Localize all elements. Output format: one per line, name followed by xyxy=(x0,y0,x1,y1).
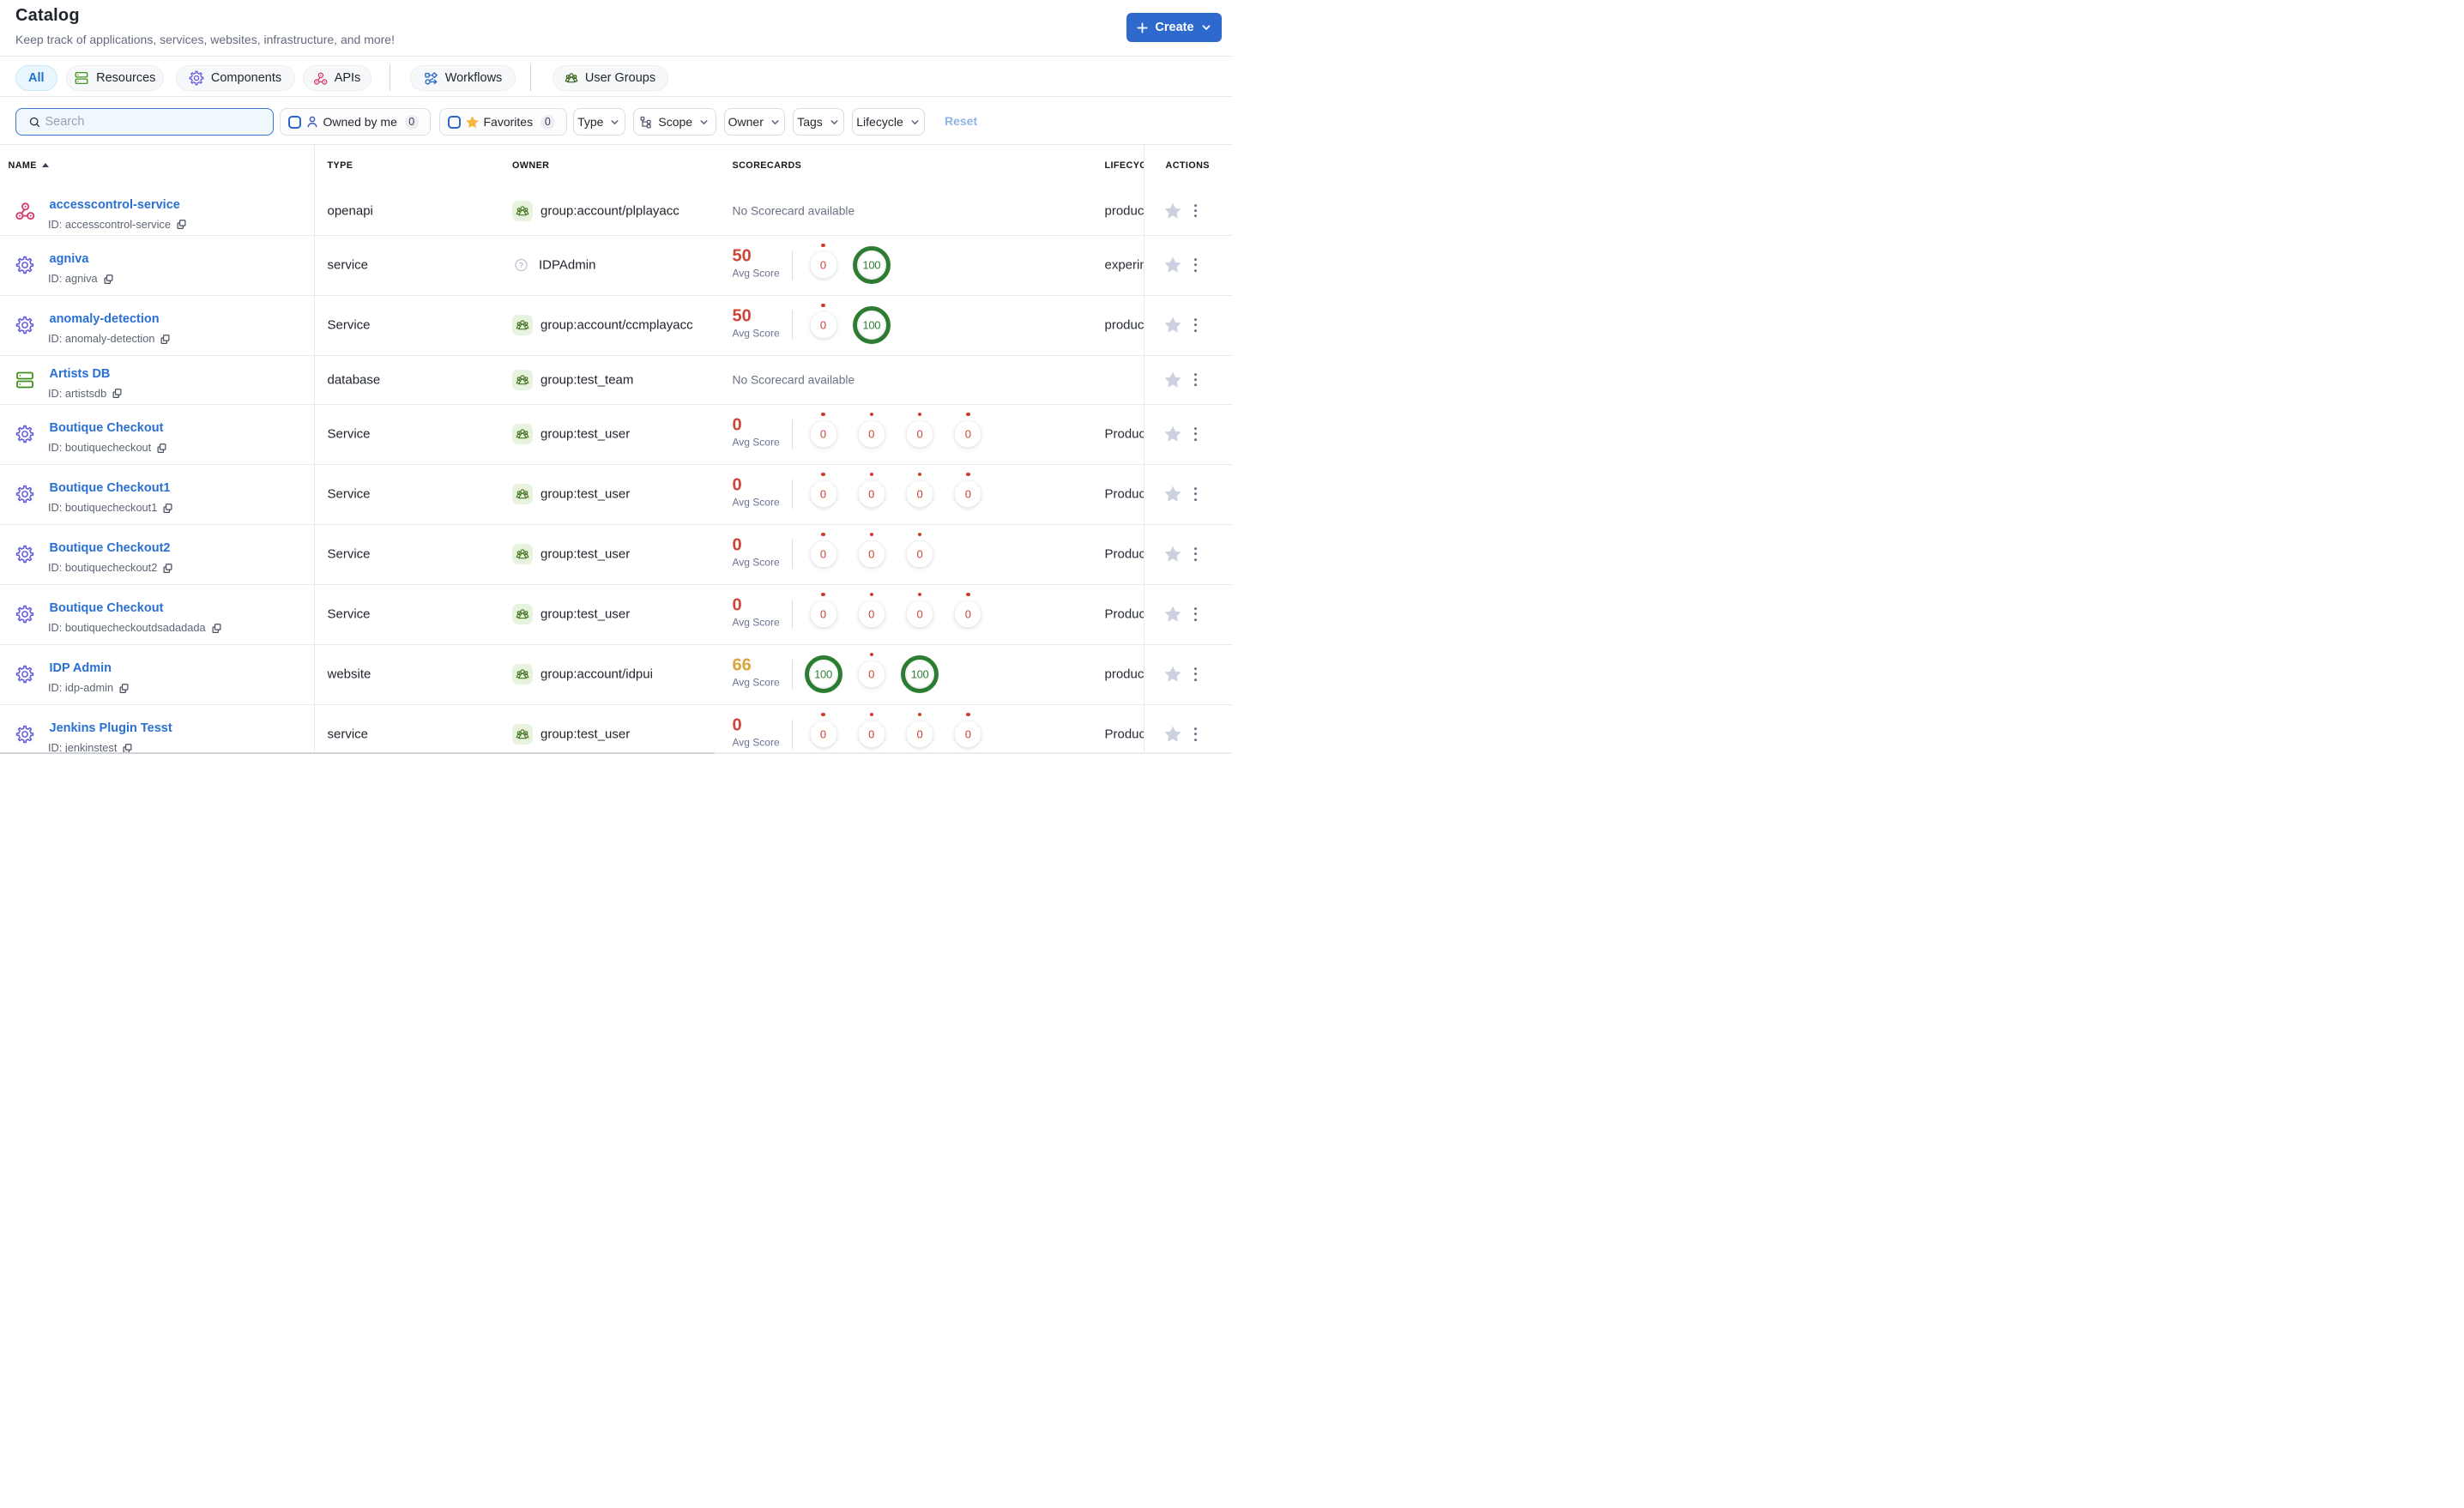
svg-text:?: ? xyxy=(519,261,523,269)
